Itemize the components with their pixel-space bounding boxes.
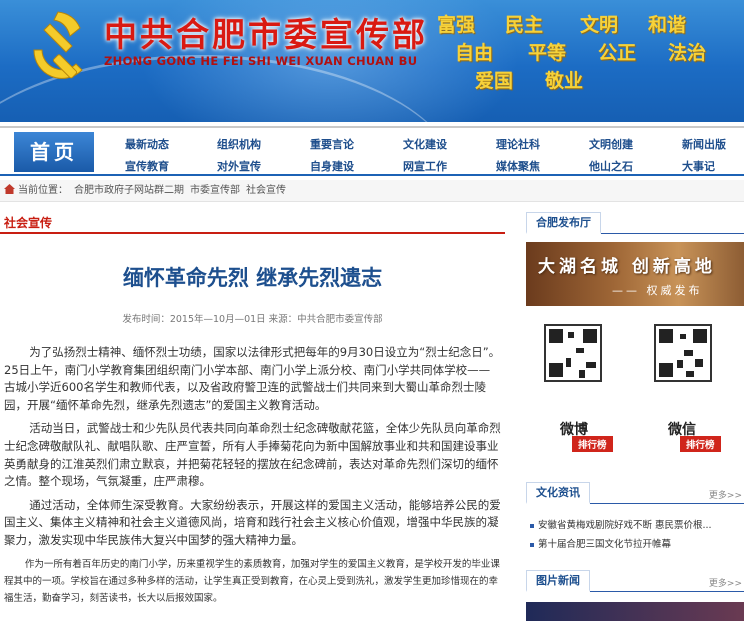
banner-main-text: 大湖名城 创新高地 bbox=[538, 257, 716, 277]
value-jingye: 敬业 bbox=[545, 70, 584, 92]
pic-news-header: 图片新闻 更多>> bbox=[526, 570, 744, 592]
section-title[interactable]: 社会宣传 bbox=[4, 214, 52, 231]
site-title: 中共合肥市委宣传部 bbox=[104, 15, 428, 54]
breadcrumb: 当前位置： 合肥市政府子网站群二期 市委宣传部 社会宣传 bbox=[0, 180, 744, 202]
nav-item-culture[interactable]: 文化建设 bbox=[403, 136, 447, 152]
sidebar: 合肥发布厅 大湖名城 创新高地 —— 权威发布 微博 排行榜 微信 排行榜 文化… bbox=[526, 212, 744, 621]
article-paragraph: 作为一所有着百年历史的南门小学，历来重视学生的素质教育，加强对学生的爱国主义教育… bbox=[4, 558, 500, 604]
release-title[interactable]: 合肥发布厅 bbox=[526, 212, 601, 234]
nav-item-external[interactable]: 对外宣传 bbox=[217, 158, 261, 174]
culture-title[interactable]: 文化资讯 bbox=[526, 482, 590, 504]
release-header: 合肥发布厅 bbox=[526, 212, 744, 234]
weibo-rank-badge[interactable]: 排行榜 bbox=[572, 436, 613, 452]
article-paragraph: 通过活动，全体师生深受教育。大家纷纷表示，开展这样的爱国主义活动，能够培养公民的… bbox=[4, 497, 501, 547]
value-minzhu: 民主 bbox=[505, 14, 544, 36]
culture-item[interactable]: 安徽省黄梅戏剧院好戏不断 惠民票价根... bbox=[530, 517, 712, 531]
article-paragraph: 为了弘扬烈士精神、缅怀烈士功绩，国家以法律形式把每年的9月30日设立为“烈士纪念… bbox=[4, 345, 501, 412]
party-emblem-icon bbox=[33, 11, 83, 79]
nav-item-organization[interactable]: 组织机构 bbox=[217, 136, 261, 152]
value-fazhi: 法治 bbox=[668, 42, 707, 64]
nav-item-web[interactable]: 网宣工作 bbox=[403, 158, 447, 174]
value-aiguo: 爱国 bbox=[475, 70, 514, 92]
nav-item-theory[interactable]: 理论社科 bbox=[496, 136, 540, 152]
breadcrumb-item[interactable]: 合肥市政府子网站群二期 bbox=[74, 185, 184, 196]
value-fuqiang: 富强 bbox=[437, 14, 476, 36]
value-hexie: 和谐 bbox=[648, 14, 687, 36]
site-subtitle: ZHONG GONG HE FEI SHI WEI XUAN CHUAN BU bbox=[104, 54, 418, 68]
nav-item-latest[interactable]: 最新动态 bbox=[125, 136, 169, 152]
culture-more-link[interactable]: 更多>> bbox=[709, 488, 742, 501]
main-nav: 首页 最新动态 组织机构 重要言论 文化建设 理论社科 文明创建 新闻出版 宣传… bbox=[0, 126, 744, 176]
article-meta: 发布时间：2015年—10月—01日 来源：中共合肥市委宣传部 bbox=[122, 314, 383, 325]
weibo-qr-code[interactable] bbox=[544, 324, 602, 382]
nav-item-civilization[interactable]: 文明创建 bbox=[589, 136, 633, 152]
nav-home[interactable]: 首页 bbox=[14, 132, 94, 172]
article-area: 社会宣传 缅怀革命先烈 继承先烈遗志 发布时间：2015年—10月—01日 来源… bbox=[0, 212, 505, 621]
nav-item-education[interactable]: 宣传教育 bbox=[125, 158, 169, 174]
pic-news-image[interactable] bbox=[526, 602, 744, 621]
nav-item-events[interactable]: 大事记 bbox=[682, 158, 715, 174]
culture-header: 文化资讯 更多>> bbox=[526, 482, 744, 504]
article-paragraph: 活动当日，武警战士和少先队员代表共同向革命烈士纪念碑敬献花篮，全体少先队员向革命… bbox=[4, 421, 501, 489]
culture-item[interactable]: 第十届合肥三国文化节拉开帷幕 bbox=[530, 536, 671, 550]
site-header: 中共合肥市委宣传部 ZHONG GONG HE FEI SHI WEI XUAN… bbox=[0, 0, 744, 122]
breadcrumb-item[interactable]: 社会宣传 bbox=[246, 185, 286, 196]
release-banner[interactable]: 大湖名城 创新高地 —— 权威发布 bbox=[526, 242, 744, 306]
breadcrumb-item[interactable]: 市委宣传部 bbox=[190, 185, 240, 196]
nav-item-speeches[interactable]: 重要言论 bbox=[310, 136, 354, 152]
article-body: 为了弘扬烈士精神、缅怀烈士功绩，国家以法律形式把每年的9月30日设立为“烈士纪念… bbox=[4, 344, 501, 613]
nav-item-others[interactable]: 他山之石 bbox=[589, 158, 633, 174]
nav-item-self-build[interactable]: 自身建设 bbox=[310, 158, 354, 174]
breadcrumb-label: 当前位置： bbox=[18, 185, 68, 196]
pic-news-title[interactable]: 图片新闻 bbox=[526, 570, 590, 592]
weixin-rank-badge[interactable]: 排行榜 bbox=[680, 436, 721, 452]
pic-news-more-link[interactable]: 更多>> bbox=[709, 576, 742, 589]
article-title: 缅怀革命先烈 继承先烈遗志 bbox=[122, 266, 383, 290]
banner-sub-text: —— 权威发布 bbox=[612, 284, 703, 297]
home-icon bbox=[4, 184, 15, 194]
nav-item-publishing[interactable]: 新闻出版 bbox=[682, 136, 726, 152]
value-pingdeng: 平等 bbox=[528, 42, 567, 64]
value-wenming: 文明 bbox=[580, 14, 619, 36]
value-ziyou: 自由 bbox=[455, 42, 494, 64]
value-gongzheng: 公正 bbox=[598, 42, 637, 64]
weixin-qr-code[interactable] bbox=[654, 324, 712, 382]
nav-item-media[interactable]: 媒体聚焦 bbox=[496, 158, 540, 174]
section-header: 社会宣传 bbox=[0, 212, 505, 234]
